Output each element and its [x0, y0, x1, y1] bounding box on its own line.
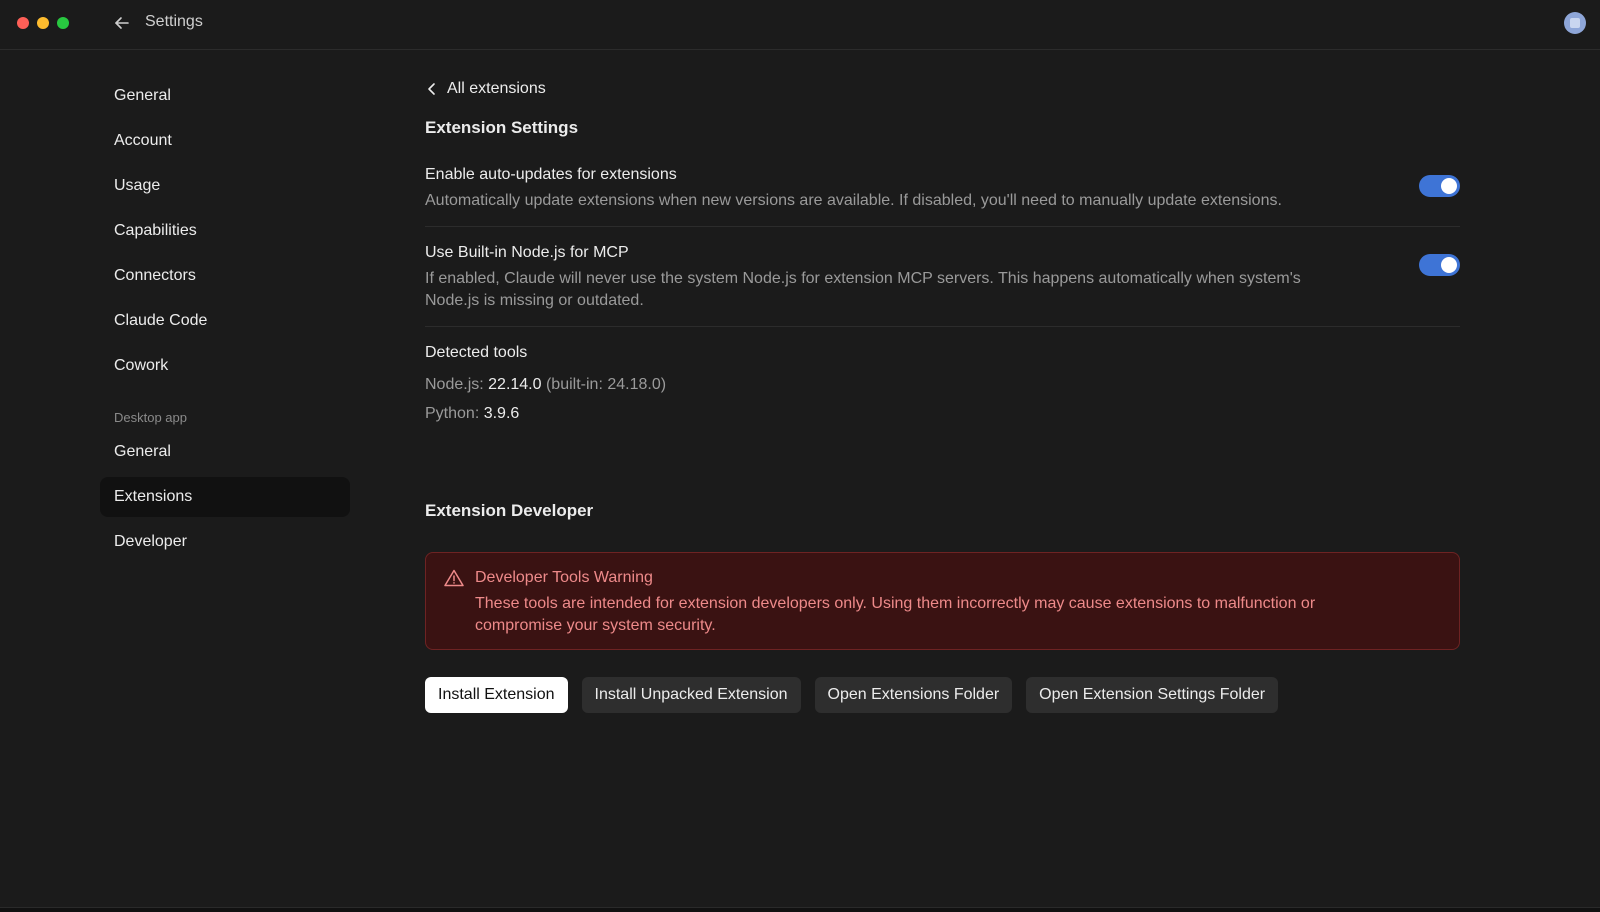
open-extension-settings-folder-button[interactable]: Open Extension Settings Folder [1026, 677, 1279, 713]
close-window-button[interactable] [17, 17, 29, 29]
sidebar-item-general[interactable]: General [100, 76, 350, 116]
sidebar-item-usage[interactable]: Usage [100, 166, 350, 206]
auto-updates-toggle[interactable] [1419, 175, 1460, 197]
zoom-window-button[interactable] [57, 17, 69, 29]
main-content: All extensions Extension Settings Enable… [425, 76, 1460, 713]
window-title: Settings [145, 13, 203, 30]
warning-text: These tools are intended for extension d… [475, 595, 1316, 634]
chevron-left-icon [428, 83, 435, 95]
node-label: Node.js: [425, 376, 489, 393]
warning-title: Developer Tools Warning [475, 569, 653, 586]
sidebar-item-capabilities[interactable]: Capabilities [100, 211, 350, 251]
back-arrow-icon[interactable] [112, 13, 132, 33]
all-extensions-link[interactable]: All extensions [425, 76, 1460, 102]
python-label: Python: [425, 405, 484, 422]
install-unpacked-extension-button[interactable]: Install Unpacked Extension [581, 677, 801, 713]
builtin-node-toggle[interactable] [1419, 254, 1460, 276]
window-controls [17, 17, 69, 29]
toggle-knob [1441, 178, 1457, 194]
sidebar-item-claude-code[interactable]: Claude Code [100, 301, 350, 341]
node-version-line: Node.js: 22.14.0 (built-in: 24.18.0) [425, 376, 1460, 394]
all-extensions-label: All extensions [447, 80, 546, 97]
setting-title: Use Built-in Node.js for MCP [425, 244, 629, 261]
node-version: 22.14.0 [488, 376, 542, 393]
sidebar-item-cowork[interactable]: Cowork [100, 346, 350, 386]
python-version-line: Python: 3.9.6 [425, 405, 1460, 423]
setting-description: If enabled, Claude will never use the sy… [425, 270, 1301, 309]
sidebar-item-connectors[interactable]: Connectors [100, 256, 350, 296]
open-extensions-folder-button[interactable]: Open Extensions Folder [814, 677, 1013, 713]
developer-warning-banner: Developer Tools Warning These tools are … [425, 552, 1460, 650]
sidebar-section-label: Desktop app [114, 410, 187, 425]
avatar-glyph-icon [1570, 18, 1580, 28]
detected-tools-heading: Detected tools [425, 344, 528, 361]
setting-description: Automatically update extensions when new… [425, 192, 1282, 209]
sidebar-item-account[interactable]: Account [100, 121, 350, 161]
install-extension-button[interactable]: Install Extension [425, 677, 568, 713]
developer-actions: Install Extension Install Unpacked Exten… [425, 677, 1460, 713]
minimize-window-button[interactable] [37, 17, 49, 29]
builtin-node-setting: Use Built-in Node.js for MCP If enabled,… [425, 227, 1460, 327]
sidebar-item-extensions[interactable]: Extensions [100, 477, 350, 517]
avatar[interactable] [1564, 12, 1586, 34]
window-bottom-edge [0, 907, 1600, 912]
node-builtin: (built-in: 24.18.0) [541, 376, 667, 393]
extension-developer-heading: Extension Developer [425, 501, 594, 520]
settings-window: Settings General Account Usage Capabilit… [0, 0, 1600, 912]
auto-updates-setting: Enable auto-updates for extensions Autom… [425, 164, 1460, 227]
sidebar-item-developer[interactable]: Developer [100, 522, 350, 562]
extension-settings-heading: Extension Settings [425, 118, 579, 137]
python-version: 3.9.6 [483, 405, 520, 422]
sidebar: General Account Usage Capabilities Conne… [100, 76, 350, 567]
title-bar: Settings [0, 0, 1600, 50]
warning-triangle-icon [444, 569, 464, 587]
setting-title: Enable auto-updates for extensions [425, 166, 677, 183]
toggle-knob [1441, 257, 1457, 273]
sidebar-item-desktop-general[interactable]: General [100, 432, 350, 472]
